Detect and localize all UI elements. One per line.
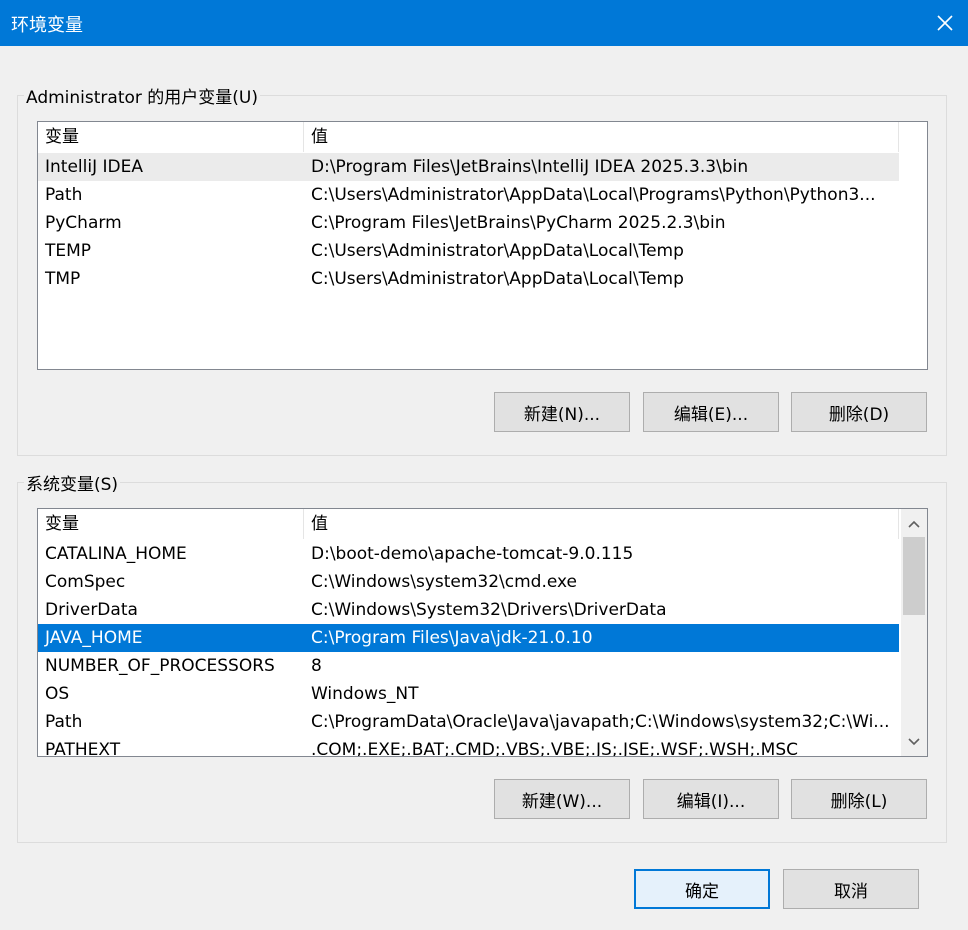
system-variables-label: 系统变量(S) <box>24 470 121 495</box>
vertical-scrollbar[interactable] <box>901 509 927 756</box>
table-row[interactable]: OS Windows_NT <box>38 680 899 708</box>
column-header-variable[interactable]: 变量 <box>38 122 304 152</box>
table-row[interactable]: NUMBER_OF_PROCESSORS 8 <box>38 652 899 680</box>
table-row[interactable]: PATHEXT .COM;.EXE;.BAT;.CMD;.VBS;.VBE;.J… <box>38 736 899 757</box>
variable-value: C:\Program Files\JetBrains\PyCharm 2025.… <box>311 213 726 233</box>
variable-value: C:\Users\Administrator\AppData\Local\Pro… <box>311 185 876 205</box>
variable-name: TEMP <box>45 241 92 261</box>
variable-name: TMP <box>45 269 81 289</box>
variable-name: ComSpec <box>45 572 126 592</box>
close-button[interactable] <box>922 0 968 46</box>
column-header-value[interactable]: 值 <box>304 509 899 539</box>
table-row[interactable]: CATALINA_HOME D:\boot-demo\apache-tomcat… <box>38 540 899 568</box>
variable-name: Path <box>45 712 83 732</box>
variable-name: OS <box>45 684 70 704</box>
table-row[interactable]: TMP C:\Users\Administrator\AppData\Local… <box>38 265 899 293</box>
variable-value: C:\Windows\system32\cmd.exe <box>311 572 578 592</box>
table-row[interactable]: ComSpec C:\Windows\system32\cmd.exe <box>38 568 899 596</box>
variable-name: NUMBER_OF_PROCESSORS <box>45 656 275 676</box>
user-variables-list[interactable]: 变量 值 IntelliJ IDEA D:\Program Files\JetB… <box>37 121 928 370</box>
cancel-button[interactable]: 取消 <box>783 869 919 909</box>
variable-name: PATHEXT <box>45 740 121 757</box>
chevron-down-icon <box>908 738 920 746</box>
table-row[interactable]: PyCharm C:\Program Files\JetBrains\PyCha… <box>38 209 899 237</box>
user-new-button[interactable]: 新建(N)... <box>494 392 630 432</box>
user-list-header: 变量 值 <box>38 122 899 152</box>
window-title: 环境变量 <box>11 15 83 36</box>
system-new-button[interactable]: 新建(W)... <box>494 779 630 819</box>
system-delete-button[interactable]: 删除(L) <box>791 779 927 819</box>
variable-value: D:\boot-demo\apache-tomcat-9.0.115 <box>311 544 634 564</box>
variable-name: IntelliJ IDEA <box>45 157 143 177</box>
chevron-up-icon <box>908 520 920 528</box>
variable-name: Path <box>45 185 83 205</box>
close-icon <box>937 15 953 31</box>
variable-value: .COM;.EXE;.BAT;.CMD;.VBS;.VBE;.JS;.JSE;.… <box>311 740 799 757</box>
scrollbar-thumb[interactable] <box>903 537 925 615</box>
scroll-up-button[interactable] <box>901 511 927 537</box>
table-row[interactable]: DriverData C:\Windows\System32\Drivers\D… <box>38 596 899 624</box>
system-variables-list[interactable]: 变量 值 CATALINA_HOME D:\boot-demo\apache-t… <box>37 508 928 757</box>
user-edit-button[interactable]: 编辑(E)... <box>643 392 779 432</box>
variable-name: PyCharm <box>45 213 122 233</box>
variable-name: JAVA_HOME <box>45 628 143 648</box>
column-header-variable[interactable]: 变量 <box>38 509 304 539</box>
table-row[interactable]: Path C:\Users\Administrator\AppData\Loca… <box>38 181 899 209</box>
variable-value: D:\Program Files\JetBrains\IntelliJ IDEA… <box>311 157 749 177</box>
system-edit-button[interactable]: 编辑(I)... <box>643 779 779 819</box>
variable-name: CATALINA_HOME <box>45 544 187 564</box>
column-header-value[interactable]: 值 <box>304 122 899 152</box>
variable-value: C:\Users\Administrator\AppData\Local\Tem… <box>311 241 684 261</box>
variable-value: C:\Program Files\Java\jdk-21.0.10 <box>311 628 593 648</box>
variable-value: 8 <box>311 656 322 676</box>
variable-value: C:\Users\Administrator\AppData\Local\Tem… <box>311 269 684 289</box>
variable-value: C:\Windows\System32\Drivers\DriverData <box>311 600 667 620</box>
scroll-down-button[interactable] <box>901 729 927 755</box>
table-row[interactable]: IntelliJ IDEA D:\Program Files\JetBrains… <box>38 153 899 181</box>
system-list-header: 变量 值 <box>38 509 899 539</box>
variable-value: C:\ProgramData\Oracle\Java\javapath;C:\W… <box>311 712 890 732</box>
variable-value: Windows_NT <box>311 684 419 704</box>
table-row[interactable]: TEMP C:\Users\Administrator\AppData\Loca… <box>38 237 899 265</box>
table-row[interactable]: Path C:\ProgramData\Oracle\Java\javapath… <box>38 708 899 736</box>
title-bar: 环境变量 <box>0 0 968 46</box>
table-row-selected[interactable]: JAVA_HOME C:\Program Files\Java\jdk-21.0… <box>38 624 899 652</box>
variable-name: DriverData <box>45 600 138 620</box>
ok-button[interactable]: 确定 <box>634 869 770 909</box>
user-delete-button[interactable]: 删除(D) <box>791 392 927 432</box>
user-variables-label: Administrator 的用户变量(U) <box>24 83 260 108</box>
